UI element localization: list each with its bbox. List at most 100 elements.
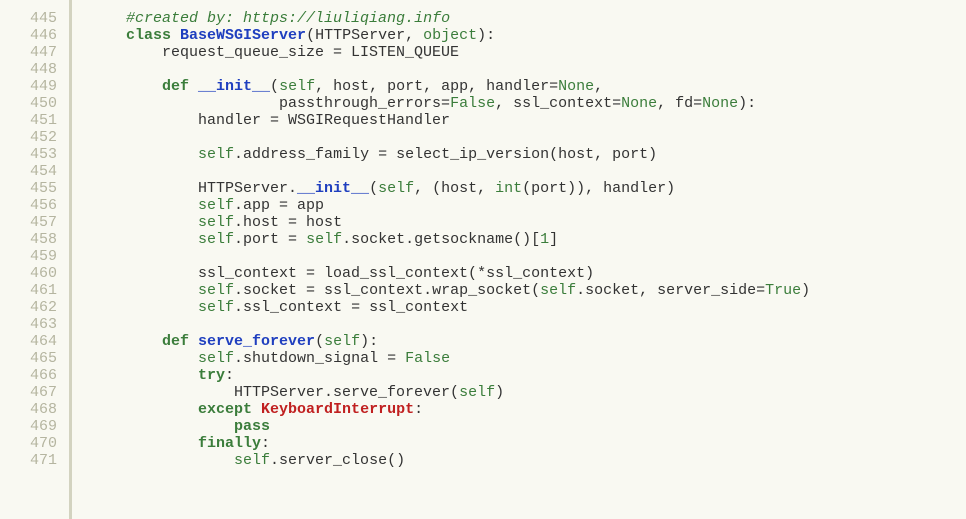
token: , ssl_context= <box>495 95 621 112</box>
line-number: 450 <box>0 95 69 112</box>
code-line: handler = WSGIRequestHandler <box>90 112 966 129</box>
token: ) <box>801 282 810 299</box>
token: self <box>279 78 315 95</box>
line-number: 465 <box>0 350 69 367</box>
token: self <box>378 180 414 197</box>
token: handler = WSGIRequestHandler <box>90 112 450 129</box>
line-number: 448 <box>0 61 69 78</box>
line-number: 460 <box>0 265 69 282</box>
token: .server_close() <box>270 452 405 469</box>
code-line: def serve_forever(self): <box>90 333 966 350</box>
line-number: 456 <box>0 197 69 214</box>
line-number: 471 <box>0 452 69 469</box>
token: KeyboardInterrupt <box>261 401 414 418</box>
code-line: class BaseWSGIServer(HTTPServer, object)… <box>90 27 966 44</box>
token: False <box>405 350 450 367</box>
token: class <box>126 27 180 44</box>
token: self <box>540 282 576 299</box>
line-number: 469 <box>0 418 69 435</box>
code-editor: 4454464474484494504514524534544554564574… <box>0 0 966 519</box>
code-line: HTTPServer.serve_forever(self) <box>90 384 966 401</box>
token: object <box>423 27 477 44</box>
line-number: 468 <box>0 401 69 418</box>
code-area: #created by: https://liuliqiang.info cla… <box>72 0 966 519</box>
token: None <box>621 95 657 112</box>
code-line: request_queue_size = LISTEN_QUEUE <box>90 44 966 61</box>
code-line <box>90 316 966 333</box>
line-number: 453 <box>0 146 69 163</box>
token: ( <box>315 333 324 350</box>
code-line: HTTPServer.__init__(self, (host, int(por… <box>90 180 966 197</box>
token: (port)), handler) <box>522 180 675 197</box>
line-number: 462 <box>0 299 69 316</box>
token <box>90 78 162 95</box>
token: ): <box>360 333 378 350</box>
line-number: 445 <box>0 10 69 27</box>
line-number: 455 <box>0 180 69 197</box>
line-number: 458 <box>0 231 69 248</box>
token: : <box>414 401 423 418</box>
code-line: self.address_family = select_ip_version(… <box>90 146 966 163</box>
line-number: 467 <box>0 384 69 401</box>
token <box>90 197 198 214</box>
line-number: 464 <box>0 333 69 350</box>
token: request_queue_size = LISTEN_QUEUE <box>90 44 459 61</box>
token: try <box>198 367 225 384</box>
token: self <box>198 214 234 231</box>
line-number: 461 <box>0 282 69 299</box>
code-line: ssl_context = load_ssl_context(*ssl_cont… <box>90 265 966 282</box>
token: #created by: https://liuliqiang.info <box>126 10 450 27</box>
token: 1 <box>540 231 549 248</box>
token: self <box>306 231 342 248</box>
code-line: #created by: https://liuliqiang.info <box>90 10 966 27</box>
token: self <box>198 282 234 299</box>
token: .ssl_context = ssl_context <box>234 299 468 316</box>
token: self <box>198 350 234 367</box>
line-number: 454 <box>0 163 69 180</box>
token <box>90 435 198 452</box>
line-number: 451 <box>0 112 69 129</box>
code-line: self.ssl_context = ssl_context <box>90 299 966 316</box>
line-number: 457 <box>0 214 69 231</box>
token: except <box>198 401 261 418</box>
token: ): <box>738 95 756 112</box>
token: True <box>765 282 801 299</box>
token: __init__ <box>297 180 369 197</box>
code-line: finally: <box>90 435 966 452</box>
token: def <box>162 78 198 95</box>
token <box>90 452 234 469</box>
line-number: 452 <box>0 129 69 146</box>
code-line <box>90 61 966 78</box>
token: HTTPServer. <box>90 180 297 197</box>
token: False <box>450 95 495 112</box>
token: ( <box>270 78 279 95</box>
token <box>90 333 162 350</box>
token <box>90 350 198 367</box>
token: self <box>198 231 234 248</box>
token: ssl_context = load_ssl_context(*ssl_cont… <box>90 265 594 282</box>
token: ( <box>369 180 378 197</box>
code-line: self.app = app <box>90 197 966 214</box>
code-line <box>90 163 966 180</box>
token <box>90 27 126 44</box>
line-number: 447 <box>0 44 69 61</box>
token: .shutdown_signal = <box>234 350 405 367</box>
token <box>90 214 198 231</box>
token <box>90 367 198 384</box>
token: finally <box>198 435 261 452</box>
token <box>90 418 234 435</box>
token <box>90 146 198 163</box>
line-number: 470 <box>0 435 69 452</box>
line-number: 463 <box>0 316 69 333</box>
code-line: self.socket = ssl_context.wrap_socket(se… <box>90 282 966 299</box>
token: __init__ <box>198 78 270 95</box>
token: self <box>234 452 270 469</box>
line-number: 446 <box>0 27 69 44</box>
code-line: except KeyboardInterrupt: <box>90 401 966 418</box>
token: .port = <box>234 231 306 248</box>
token: self <box>198 146 234 163</box>
token: , (host, <box>414 180 495 197</box>
token: self <box>198 197 234 214</box>
token: self <box>459 384 495 401</box>
token <box>90 401 198 418</box>
